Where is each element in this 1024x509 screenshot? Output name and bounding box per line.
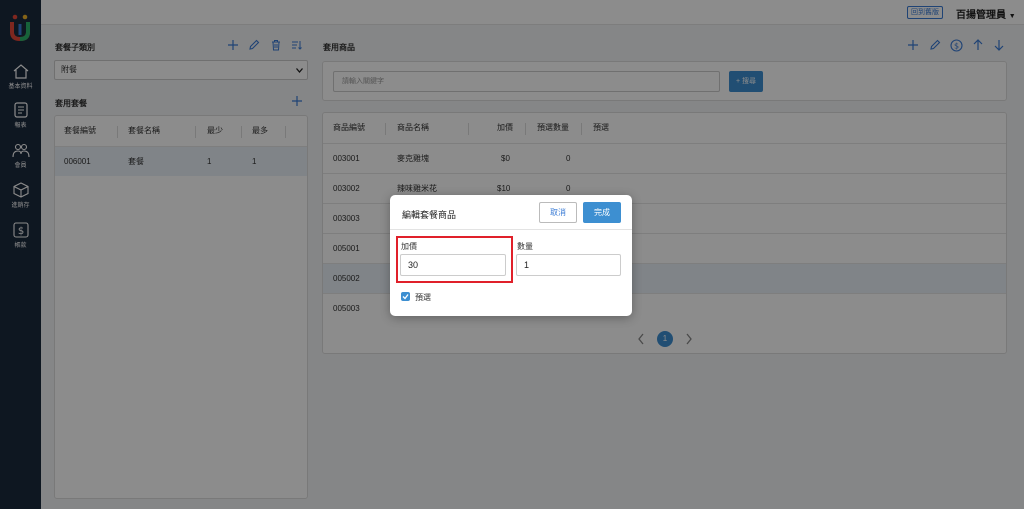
dialog-divider [390, 229, 632, 230]
price-input[interactable]: 30 [400, 254, 506, 276]
preselect-label: 預選 [415, 293, 431, 302]
quantity-input[interactable]: 1 [516, 254, 621, 276]
preselect-checkbox[interactable] [401, 292, 410, 301]
dialog-title: 編輯套餐商品 [402, 210, 457, 220]
done-button[interactable]: 完成 [583, 202, 621, 223]
cancel-button[interactable]: 取消 [539, 202, 577, 223]
quantity-label: 數量 [517, 242, 533, 251]
price-label: 加價 [401, 242, 417, 251]
checkmark-icon [402, 294, 409, 300]
